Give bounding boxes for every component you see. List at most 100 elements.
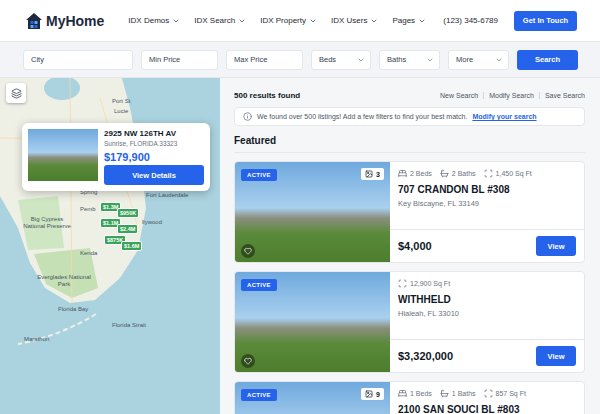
modify-search-link[interactable]: Modify your search: [472, 113, 536, 120]
listing-stat: 12,900 Sq Ft: [398, 279, 450, 288]
phone[interactable]: (123) 345-6789: [443, 16, 498, 25]
listing-title[interactable]: 2100 SAN SOUCI BL #803: [398, 404, 576, 414]
listing-info: 1 Beds 1 Baths 857 Sq Ft 2100 SAN SOUCI BL …: [390, 382, 584, 414]
listing-stat: 857 Sq Ft: [484, 389, 526, 398]
nav-label[interactable]: IDX Demos: [128, 16, 169, 25]
nav-item[interactable]: IDX Users: [331, 16, 378, 25]
map-label: Florida Strait: [112, 322, 146, 329]
status-badge: ACTIVE: [241, 389, 277, 401]
nav-label[interactable]: IDX Property: [260, 16, 306, 25]
nav-item[interactable]: IDX Search: [194, 16, 246, 25]
stat-text: 2 Beds: [410, 170, 432, 177]
listing-list: ACTIVE 3 2 Beds 2 Baths 1,450 Sq Ft 707 CRAND…: [234, 161, 585, 414]
logo-text[interactable]: MyHome: [46, 13, 104, 29]
search-button[interactable]: Search: [517, 50, 578, 70]
nav-item[interactable]: IDX Demos: [128, 16, 180, 25]
stat-text: 857 Sq Ft: [496, 390, 526, 397]
map-pin[interactable]: $1.6M: [121, 241, 142, 251]
bed-icon: [398, 169, 407, 178]
listing-stat: 1 Beds: [398, 389, 432, 398]
popup-photo[interactable]: [28, 129, 98, 181]
map-label: Marathon: [24, 336, 49, 343]
search-select[interactable]: Beds: [311, 50, 371, 70]
select-label: Beds: [319, 55, 336, 64]
listing-body: 1 Beds 1 Baths 857 Sq Ft 2100 SAN SOUCI BL …: [390, 382, 584, 414]
listing-card[interactable]: ACTIVE 3 2 Beds 2 Baths 1,450 Sq Ft 707 CRAND…: [234, 161, 585, 263]
listing-title[interactable]: WITHHELD: [398, 294, 576, 305]
nav-label[interactable]: IDX Users: [331, 16, 367, 25]
favorite-button[interactable]: [241, 244, 255, 258]
listing-photo[interactable]: ACTIVE: [235, 272, 390, 373]
map-label: Pemb: [80, 206, 96, 213]
listing-stat: 1,450 Sq Ft: [484, 169, 532, 178]
notice-text: We found over 500 listings! Add a few fi…: [257, 113, 467, 120]
view-button[interactable]: View: [536, 346, 576, 366]
image-icon: [365, 390, 373, 398]
search-input[interactable]: [23, 50, 133, 70]
chevron-down-icon: [357, 56, 365, 64]
chevron-down-icon: [495, 56, 503, 64]
results-link[interactable]: New Search: [435, 92, 483, 99]
area-icon: [484, 169, 493, 178]
photo-count[interactable]: 9: [361, 388, 384, 400]
map-label: llywood: [142, 219, 162, 226]
favorite-button[interactable]: [241, 354, 255, 368]
stat-text: 1 Baths: [452, 390, 476, 397]
layers-button[interactable]: [6, 83, 26, 103]
status-badge: ACTIVE: [241, 279, 277, 291]
stat-text: 1,450 Sq Ft: [496, 170, 532, 177]
listing-price: $4,000: [398, 240, 432, 252]
listing-stats: 12,900 Sq Ft: [398, 279, 576, 288]
view-details-button[interactable]: View Details: [104, 165, 204, 185]
listing-stat: 2 Beds: [398, 169, 432, 178]
select-label: More: [456, 55, 473, 64]
map-pin[interactable]: $2.4M: [117, 224, 138, 234]
map[interactable]: Port StLucieFort LauderdaleSpringPemblly…: [0, 78, 220, 414]
listing-info: 12,900 Sq FtWITHHELDHialeah, FL 33010: [390, 272, 584, 339]
listing-card[interactable]: ACTIVE12,900 Sq FtWITHHELDHialeah, FL 33…: [234, 271, 585, 373]
bed-icon: [398, 389, 407, 398]
results-links: New SearchModify SearchSave Search: [435, 92, 585, 99]
map-label: Lucie: [114, 108, 128, 115]
nav-label[interactable]: IDX Search: [194, 16, 235, 25]
nav: IDX Demos IDX Search IDX Property IDX Users…: [128, 16, 443, 25]
nav-item[interactable]: IDX Property: [260, 16, 317, 25]
listing-price: $3,320,000: [398, 350, 453, 362]
map-label: Everglades National Park: [36, 274, 92, 288]
image-icon: [365, 170, 373, 178]
listing-footer: $3,320,000 View: [390, 339, 584, 372]
map-label: Kenda: [80, 250, 97, 257]
map-label: Port St: [112, 98, 130, 105]
search-input[interactable]: [141, 50, 218, 70]
map-pin[interactable]: $950K: [117, 208, 139, 218]
view-button[interactable]: View: [536, 236, 576, 256]
status-badge: ACTIVE: [241, 169, 277, 181]
listing-photo[interactable]: ACTIVE 3: [235, 162, 390, 263]
results-link[interactable]: Modify Search: [483, 92, 539, 99]
chevron-down-icon: [238, 17, 246, 25]
listing-body: 12,900 Sq FtWITHHELDHialeah, FL 33010$3,…: [390, 272, 584, 372]
listing-photo[interactable]: ACTIVE 9: [235, 382, 390, 414]
results-link[interactable]: Save Search: [539, 92, 585, 99]
search-input[interactable]: [226, 50, 303, 70]
search-select[interactable]: Baths: [379, 50, 440, 70]
search-select[interactable]: More: [448, 50, 509, 70]
listing-footer: $4,000 View: [390, 229, 584, 262]
popup-city: Sunrise, FLORIDA 33323: [104, 140, 204, 147]
get-in-touch-button[interactable]: Get In Touch: [514, 11, 577, 31]
nav-label[interactable]: Pages: [392, 16, 415, 25]
nav-item[interactable]: Pages: [392, 16, 426, 25]
popup-body: 2925 NW 126TH AVSunrise, FLORIDA 33323$1…: [104, 129, 204, 185]
listing-stat: 1 Baths: [440, 389, 476, 398]
listing-card[interactable]: ACTIVE 9 1 Beds 1 Baths 857 Sq Ft 2100 SAN SO…: [234, 381, 585, 414]
listing-stat: 2 Baths: [440, 169, 476, 178]
listing-location: Key Biscayne, FL 33149: [398, 199, 576, 208]
heart-icon: [244, 247, 252, 255]
listing-title[interactable]: 707 CRANDON BL #308: [398, 184, 576, 195]
chevron-down-icon: [172, 17, 180, 25]
listing-info: 2 Beds 2 Baths 1,450 Sq Ft 707 CRANDON BL #…: [390, 162, 584, 229]
logo[interactable]: MyHome: [25, 12, 104, 30]
photo-count[interactable]: 3: [361, 168, 384, 180]
map-label: Florida Bay: [58, 306, 88, 313]
chevron-down-icon: [370, 17, 378, 25]
